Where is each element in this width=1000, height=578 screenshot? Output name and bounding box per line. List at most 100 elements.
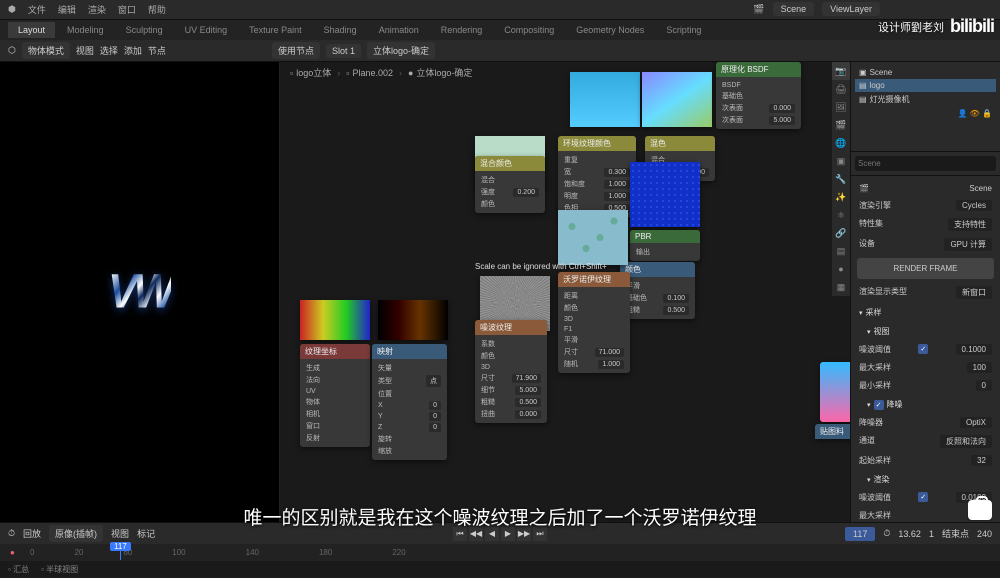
node-ramp2-preview[interactable]: [378, 300, 448, 340]
node-small[interactable]: 贴图料: [815, 424, 850, 439]
panel-viewport[interactable]: 视图: [863, 323, 996, 340]
h2-node[interactable]: 节点: [148, 44, 166, 57]
outliner[interactable]: ▣Scene ▤logo ▤灯光摄像机 👤 👁 🔒: [851, 62, 1000, 152]
prop-start-sample[interactable]: 起始采样32: [855, 452, 996, 469]
tl-current-frame[interactable]: 117: [845, 527, 875, 541]
render-frame-button[interactable]: RENDER FRAME: [857, 258, 994, 279]
panel-denoise[interactable]: ✓降噪: [863, 396, 996, 413]
prop-engine[interactable]: 渲染引擎Cycles: [855, 197, 996, 214]
bc-object[interactable]: ▫ logo立体: [290, 66, 331, 79]
node-blue-settings[interactable]: 颜色 平滑 基础色0.100 粗糙0.500: [620, 262, 695, 319]
outliner-lights[interactable]: ▤灯光摄像机: [855, 92, 996, 107]
node-voronoi[interactable]: 沃罗诺伊纹理 距离 颜色 3D F1 平滑 尺寸71.000 随机1.000: [558, 272, 630, 373]
outliner-icons: 👤 👁 🔒: [855, 107, 996, 120]
tab-scene[interactable]: 🎬: [832, 116, 850, 134]
node-env-mix[interactable]: 环境纹理颜色 重复 宽0.300 饱和度1.000 明度1.000 色相0.50…: [558, 136, 636, 217]
tl-marker[interactable]: 标记: [137, 527, 155, 540]
ws-tab-texpaint[interactable]: Texture Paint: [239, 22, 312, 38]
node-mix1[interactable]: 混合颜色 混合 强度0.200 颜色: [475, 156, 545, 213]
scene-selector[interactable]: Scene: [773, 2, 815, 16]
ws-tab-layout[interactable]: Layout: [8, 22, 55, 38]
prop-feature[interactable]: 特性集支持特性: [855, 215, 996, 234]
blender-icon: ⬢: [8, 4, 16, 15]
ws-tab-anim[interactable]: Animation: [369, 22, 429, 38]
viewlayer-selector[interactable]: ViewLayer: [822, 2, 880, 16]
ws-tab-modeling[interactable]: Modeling: [57, 22, 114, 38]
prop-device[interactable]: 设备GPU 计算: [855, 235, 996, 254]
bilibili-logo: bilibili: [950, 16, 994, 37]
node-ramp1-preview[interactable]: [300, 300, 370, 340]
prop-display[interactable]: 渲染显示类型新窗口: [855, 283, 996, 302]
tab-object[interactable]: ▣: [832, 152, 850, 170]
menu-render[interactable]: 渲染: [88, 3, 106, 16]
h2-view[interactable]: 视图: [76, 44, 94, 57]
editor-type-icon[interactable]: ⬡: [8, 45, 16, 56]
tab-modifier[interactable]: 🔧: [832, 170, 850, 188]
node-small-gradient[interactable]: [820, 362, 850, 422]
tl-view[interactable]: 视图: [111, 527, 129, 540]
ws-tab-comp[interactable]: Compositing: [494, 22, 564, 38]
menu-edit[interactable]: 编辑: [58, 3, 76, 16]
prop-min-samples[interactable]: 最小采样0: [855, 377, 996, 394]
tl-editor-icon[interactable]: ⏱: [8, 528, 15, 539]
tab-constraint[interactable]: 🔗: [832, 224, 850, 242]
node-noise[interactable]: 噪波纹理 系数 颜色 3D 尺寸71.900 细节5.000 粗糙0.500 扭…: [475, 320, 547, 423]
prop-denoiser[interactable]: 降噪器OptiX: [855, 414, 996, 431]
prop-noise-thresh[interactable]: 噪波阈值✓0.1000: [855, 341, 996, 358]
ws-tab-geonodes[interactable]: Geometry Nodes: [566, 22, 654, 38]
tab-texture[interactable]: ▦: [832, 278, 850, 296]
node-env-mix-header: 环境纹理颜色: [558, 136, 636, 151]
tab-data[interactable]: ▤: [832, 242, 850, 260]
menu-window[interactable]: 窗口: [118, 3, 136, 16]
material-select[interactable]: 立体logo-确定: [367, 42, 435, 59]
node-bsdf[interactable]: 原理化 BSDF BSDF 基础色 次表面0.000 次表面5.000: [716, 62, 801, 129]
timeline-track[interactable]: ● 02060100140180220: [0, 544, 1000, 560]
shader-node-editor[interactable]: ▫ logo立体 › ▫ Plane.002 › ● 立体logo-确定 Sca…: [280, 62, 850, 522]
menu-file[interactable]: 文件: [28, 3, 46, 16]
node-blue-noise-preview[interactable]: [630, 162, 700, 227]
node-gradient2[interactable]: [642, 72, 712, 127]
tl-end[interactable]: 240: [977, 529, 992, 539]
ws-tab-rendering[interactable]: Rendering: [431, 22, 493, 38]
panel-sampling[interactable]: 采样: [855, 304, 996, 321]
panel-render[interactable]: 渲染: [863, 471, 996, 488]
playhead[interactable]: [120, 544, 121, 560]
node-ramp1[interactable]: 纹理坐标 生成 法向 UV 物体 相机 窗口 反射: [300, 344, 370, 447]
tab-view[interactable]: 🖼: [832, 98, 850, 116]
tab-world[interactable]: 🌐: [832, 134, 850, 152]
bottom-tab1[interactable]: ▫ 汇总: [8, 564, 29, 575]
tab-render[interactable]: 📷: [832, 62, 850, 80]
scene-icon: 🎬: [753, 4, 764, 15]
outliner-logo[interactable]: ▤logo: [855, 79, 996, 92]
3d-viewport[interactable]: VW: [0, 62, 280, 522]
tl-playback[interactable]: 回放: [23, 527, 41, 540]
author-name: 设计师劉老刘: [878, 19, 944, 35]
node-mapping[interactable]: 映射 矢量 类型点 位置 X0 Y0 Z0 旋转 缩放: [372, 344, 447, 460]
tab-physics[interactable]: ⚛: [832, 206, 850, 224]
tab-output[interactable]: 🖨: [832, 80, 850, 98]
bc-mesh[interactable]: ▫ Plane.002: [346, 68, 393, 78]
prop-max-samples[interactable]: 最大采样100: [855, 359, 996, 376]
mode-select[interactable]: 物体模式: [22, 42, 70, 59]
slot-select[interactable]: Slot 1: [326, 44, 361, 58]
node-voronoi-preview[interactable]: [558, 210, 628, 265]
outliner-scene[interactable]: ▣Scene: [855, 66, 996, 79]
ws-tab-shading[interactable]: Shading: [314, 22, 367, 38]
node-gradient1[interactable]: [570, 72, 640, 127]
use-nodes[interactable]: 使用节点: [272, 42, 320, 59]
bottom-tab2[interactable]: ▫ 半球视图: [41, 564, 78, 575]
ws-tab-sculpting[interactable]: Sculpting: [116, 22, 173, 38]
h2-add[interactable]: 添加: [124, 44, 142, 57]
prop-passes[interactable]: 通道反照和法向: [855, 432, 996, 451]
node-pbr[interactable]: PBR 输出: [630, 230, 700, 261]
bc-material[interactable]: ● 立体logo-确定: [408, 66, 472, 79]
ws-tab-uv[interactable]: UV Editing: [175, 22, 238, 38]
ws-tab-scripting[interactable]: Scripting: [656, 22, 711, 38]
tl-start[interactable]: 1: [929, 529, 934, 539]
menu-help[interactable]: 帮助: [148, 3, 166, 16]
h2-select[interactable]: 选择: [100, 44, 118, 57]
tab-particle[interactable]: ✨: [832, 188, 850, 206]
tl-mode[interactable]: 原像(插帧): [49, 525, 103, 542]
search-input[interactable]: [855, 156, 996, 171]
tab-material[interactable]: ●: [832, 260, 850, 278]
